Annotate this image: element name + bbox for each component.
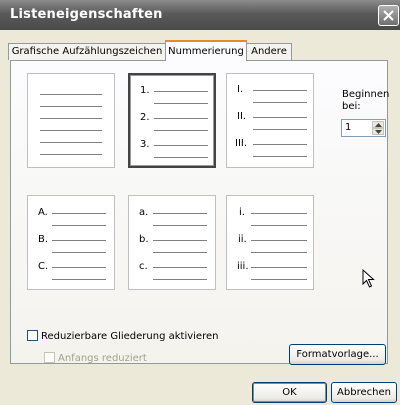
preview-line xyxy=(52,213,106,214)
preview-line xyxy=(40,118,102,119)
style-sheet-button-label: Formatvorlage... xyxy=(296,349,379,360)
preview-marker: III. xyxy=(235,138,248,149)
preview-line xyxy=(52,279,106,280)
cancel-button-label: Abbrechen xyxy=(337,387,391,398)
collapsible-outline-label: Reduzierbare Gliederung aktivieren xyxy=(41,331,219,342)
tab-other-label: Andere xyxy=(251,46,287,57)
initially-collapsed-checkbox xyxy=(44,352,55,363)
preview-line xyxy=(52,252,106,253)
spinner-buttons xyxy=(372,121,384,135)
arrow-down-icon xyxy=(375,130,382,134)
cancel-button[interactable]: Abbrechen xyxy=(331,382,397,403)
tab-bullets-label: Grafische Aufzählungszeichen xyxy=(11,46,163,57)
preview-marker: 1. xyxy=(140,85,150,96)
dialog-title: Listeneigenschaften xyxy=(10,7,163,22)
preview-line xyxy=(40,94,102,95)
preview-line xyxy=(153,225,207,226)
title-bar[interactable]: Listeneigenschaften xyxy=(0,0,400,30)
preview-marker: 2. xyxy=(140,112,150,123)
preview-marker: 3. xyxy=(140,139,150,150)
preview-line xyxy=(52,267,106,268)
preview-line xyxy=(40,106,102,107)
start-at-label-text: Beginnen bei: xyxy=(342,89,390,112)
preview-line xyxy=(154,157,208,158)
preview-line xyxy=(153,267,207,268)
start-at-label: Beginnen bei: xyxy=(342,89,390,113)
list-properties-dialog: Listeneigenschaften Grafische Aufzählung… xyxy=(0,0,400,405)
preview-line xyxy=(154,103,208,104)
preview-line xyxy=(251,213,307,214)
mouse-pointer-icon xyxy=(362,269,375,288)
preview-line xyxy=(251,225,307,226)
preview-line xyxy=(154,145,208,146)
preview-line xyxy=(253,144,307,145)
preview-alpha-upper[interactable]: A. B. C. xyxy=(27,195,115,290)
tab-numbering[interactable]: Nummerierung xyxy=(165,40,247,61)
style-sheet-button[interactable]: Formatvorlage... xyxy=(289,344,386,365)
preview-marker: A. xyxy=(38,207,48,218)
tab-other[interactable]: Andere xyxy=(246,43,292,60)
start-at-spinner[interactable]: 1 xyxy=(341,119,386,137)
numbering-panel: 1. 2. 3. I. II. III. Beginnen bei: 1 A. … xyxy=(10,60,390,365)
preview-line xyxy=(253,129,307,130)
preview-marker: C. xyxy=(38,261,49,272)
arrow-up-icon xyxy=(375,123,382,127)
preview-marker: b. xyxy=(139,234,149,245)
preview-marker: i. xyxy=(239,207,245,218)
tab-numbering-label: Nummerierung xyxy=(168,46,244,57)
preview-marker: a. xyxy=(139,207,149,218)
preview-marker: iii. xyxy=(237,261,249,272)
preview-line xyxy=(253,117,307,118)
preview-line xyxy=(52,240,106,241)
preview-none[interactable] xyxy=(27,73,115,168)
preview-line xyxy=(154,118,208,119)
preview-line xyxy=(40,130,102,131)
preview-line xyxy=(251,252,307,253)
preview-arabic[interactable]: 1. 2. 3. xyxy=(128,73,216,168)
preview-line xyxy=(153,279,207,280)
preview-line xyxy=(253,90,307,91)
ok-button-label: OK xyxy=(282,387,297,398)
preview-line xyxy=(40,142,102,143)
preview-line xyxy=(153,252,207,253)
preview-line xyxy=(253,102,307,103)
tab-bullets[interactable]: Grafische Aufzählungszeichen xyxy=(8,43,166,60)
preview-line xyxy=(253,156,307,157)
close-icon xyxy=(383,10,394,21)
preview-roman-upper[interactable]: I. II. III. xyxy=(226,73,314,168)
preview-roman-lower[interactable]: i. ii. iii. xyxy=(226,195,314,290)
initially-collapsed-label: Anfangs reduziert xyxy=(58,353,147,364)
preview-marker: B. xyxy=(38,234,49,245)
preview-line xyxy=(52,225,106,226)
spin-down-button[interactable] xyxy=(372,128,384,135)
ok-button[interactable]: OK xyxy=(252,382,327,403)
preview-marker: c. xyxy=(139,261,148,272)
initially-collapsed-option: Anfangs reduziert xyxy=(44,352,147,365)
preview-marker: I. xyxy=(237,84,244,95)
close-button[interactable] xyxy=(378,5,399,26)
preview-line xyxy=(154,91,208,92)
preview-marker: ii. xyxy=(238,234,247,245)
collapsible-outline-option[interactable]: Reduzierbare Gliederung aktivieren xyxy=(27,330,218,343)
collapsible-outline-checkbox[interactable] xyxy=(27,330,38,341)
start-at-value[interactable]: 1 xyxy=(345,122,351,133)
preview-line xyxy=(154,130,208,131)
preview-line xyxy=(251,240,307,241)
preview-line xyxy=(153,213,207,214)
preview-line xyxy=(251,279,307,280)
preview-alpha-lower[interactable]: a. b. c. xyxy=(128,195,216,290)
spin-up-button[interactable] xyxy=(372,121,384,128)
preview-line xyxy=(153,240,207,241)
preview-marker: II. xyxy=(237,111,247,122)
preview-line xyxy=(251,267,307,268)
preview-line xyxy=(40,154,102,155)
